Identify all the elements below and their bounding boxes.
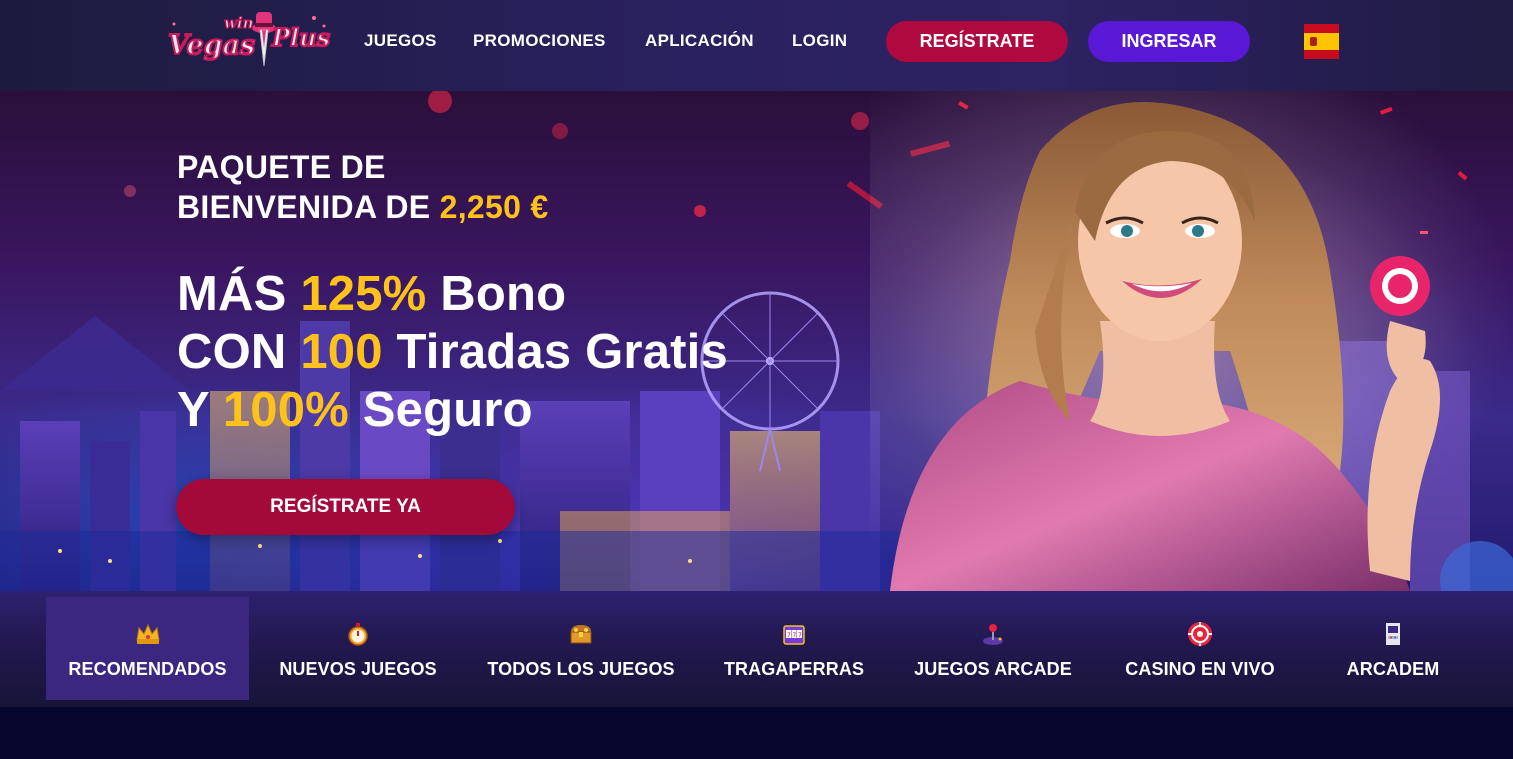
category-arcadem[interactable]: ARCADEM (1306, 597, 1480, 700)
category-label: CASINO EN VIVO (1125, 659, 1275, 679)
welcome-line-1: PAQUETE DE (177, 149, 386, 185)
site-header: win Vegas Plus JUEGOS PROMOCIONES APLICA… (0, 0, 1513, 91)
category-juegos-arcade[interactable]: JUEGOS ARCADE (893, 597, 1093, 700)
svg-text:7: 7 (787, 632, 791, 639)
arcade-cabinet-icon (1379, 620, 1407, 648)
bonus-line-3-post: Seguro (348, 383, 533, 437)
category-label: TODOS LOS JUEGOS (487, 659, 675, 679)
register-button[interactable]: REGÍSTRATE (886, 21, 1068, 62)
bonus-line-1-pre: MÁS (177, 267, 301, 321)
joystick-icon (979, 620, 1007, 648)
language-spain-flag-icon[interactable] (1304, 24, 1339, 59)
logo-plus-text: Plus (271, 23, 331, 52)
svg-text:7: 7 (798, 632, 802, 639)
register-now-button[interactable]: REGÍSTRATE YA (176, 479, 515, 535)
signin-button[interactable]: INGRESAR (1088, 21, 1250, 62)
welcome-line-2: BIENVENIDA DE 2,250 € (177, 187, 548, 227)
nav-aplicacion[interactable]: APLICACIÓN (645, 31, 754, 51)
category-todos-los-juegos[interactable]: TODOS LOS JUEGOS (468, 597, 694, 700)
hero-banner: PAQUETE DE BIENVENIDA DE 2,250 € MÁS 125… (0, 91, 1513, 591)
welcome-amount: 2,250 € (439, 189, 549, 225)
free-spins-count: 100 (300, 325, 383, 379)
bonus-line-3: Y 100% Seguro (177, 381, 728, 439)
page-content-area (0, 707, 1513, 759)
category-label: RECOMENDADOS (68, 659, 227, 679)
bonus-line-2: CON 100 Tiradas Gratis (177, 323, 728, 381)
welcome-line-2-prefix: BIENVENIDA DE (177, 189, 440, 225)
slot-machine-icon: 777 (780, 620, 808, 648)
nav-promociones[interactable]: PROMOCIONES (473, 31, 606, 51)
treasure-chest-icon (567, 620, 595, 648)
category-label: ARCADEM (1346, 659, 1440, 679)
category-nuevos-juegos[interactable]: NUEVOS JUEGOS (259, 597, 457, 700)
svg-text:7: 7 (793, 632, 797, 639)
bonus-line-3-pre: Y (177, 383, 223, 437)
category-tragaperras[interactable]: 777 TRAGAPERRAS (705, 597, 883, 700)
bonus-line-2-post: Tiradas Gratis (382, 325, 728, 379)
logo-vegas-text: Vegas (168, 30, 255, 61)
hostess-model-image (870, 91, 1513, 591)
category-label: TRAGAPERRAS (723, 659, 865, 679)
category-casino-en-vivo[interactable]: CASINO EN VIVO (1104, 597, 1296, 700)
bonus-line-1-post: Bono (426, 267, 567, 321)
game-category-bar: RECOMENDADOS NUEVOS JUEGOS TODOS LOS JUE… (0, 591, 1513, 707)
category-label: NUEVOS JUEGOS (279, 659, 437, 679)
category-label: JUEGOS ARCADE (914, 659, 1072, 679)
winvegasplus-logo[interactable]: win Vegas Plus (164, 8, 336, 72)
stopwatch-icon (344, 620, 372, 648)
bonus-headline: MÁS 125% Bono CON 100 Tiradas Gratis Y 1… (177, 265, 728, 439)
secure-percent: 100% (222, 383, 349, 437)
category-recomendados[interactable]: RECOMENDADOS (46, 597, 249, 700)
nav-juegos[interactable]: JUEGOS (364, 31, 437, 51)
logo-graphic: win Vegas Plus (167, 12, 332, 67)
bonus-line-2-pre: CON (177, 325, 301, 379)
nav-login[interactable]: LOGIN (792, 31, 847, 51)
crown-icon (134, 620, 162, 648)
welcome-package-headline: PAQUETE DE BIENVENIDA DE 2,250 € (177, 147, 548, 227)
bonus-line-1: MÁS 125% Bono (177, 265, 728, 323)
roulette-icon (1186, 620, 1214, 648)
bonus-percent: 125% (300, 267, 427, 321)
